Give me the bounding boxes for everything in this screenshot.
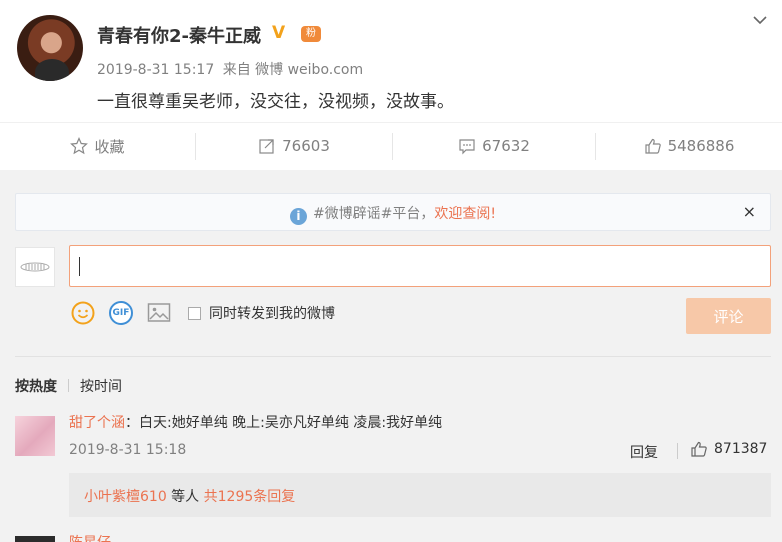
- composer-tools: GIF 同时转发到我的微博: [70, 300, 335, 326]
- thumbs-up-icon: [644, 138, 661, 154]
- comment-action-divider: [677, 443, 678, 459]
- post-meta: 2019-8-31 15:17 来自 微博 weibo.com: [97, 59, 363, 79]
- reply-button[interactable]: 回复: [630, 442, 658, 462]
- notice-link[interactable]: 欢迎查阅!: [434, 206, 496, 222]
- comment-button[interactable]: 67632: [393, 123, 595, 169]
- sort-by-hot[interactable]: 按热度: [15, 379, 57, 395]
- comment-text-row: 甜了个涵：白天:她好单纯 晚上:吴亦凡好单纯 凌晨:我好单纯: [69, 412, 442, 432]
- text-caret: [79, 257, 80, 276]
- comment-icon: [459, 139, 475, 155]
- reply-count-link[interactable]: 共1295条回复: [204, 489, 296, 505]
- commenter-name[interactable]: 甜了个涵: [69, 415, 125, 431]
- weibo-post: 青春有你2-秦牛正威 V 粉 2019-8-31 15:17 来自 微博 wei…: [0, 0, 782, 120]
- comment-sort: 按热度 按时间: [15, 376, 122, 396]
- emoji-icon: [71, 301, 95, 325]
- rumor-notice-bar: i #微博辟谣#平台，欢迎查阅! ×: [15, 193, 771, 231]
- repost-count: 76603: [282, 137, 330, 155]
- image-button[interactable]: [146, 300, 172, 326]
- sort-by-time[interactable]: 按时间: [80, 379, 122, 395]
- like-button[interactable]: 5486886: [596, 123, 782, 169]
- emoji-button[interactable]: [70, 300, 96, 326]
- favorite-label: 收藏: [94, 137, 125, 156]
- author-name[interactable]: 青春有你2-秦牛正威: [97, 22, 261, 48]
- favorite-button[interactable]: 收藏: [0, 123, 195, 169]
- divider: [15, 356, 771, 357]
- verified-badge-icon: V: [272, 23, 286, 43]
- forward-label[interactable]: 同时转发到我的微博: [209, 303, 335, 323]
- post-text: 一直很尊重吴老师，没交往，没视频，没故事。: [97, 92, 454, 112]
- post-date[interactable]: 2019-8-31 15:17: [97, 62, 214, 78]
- commenter-avatar[interactable]: [15, 416, 55, 456]
- comment-date: 2019-8-31 15:18: [69, 442, 187, 458]
- reply-mid-text: 等人: [166, 489, 204, 505]
- next-commenter-name[interactable]: 陈星仔: [69, 532, 111, 542]
- post-source-prefix: 来自: [222, 62, 251, 78]
- info-icon: i: [289, 208, 307, 225]
- thumbs-up-icon: [691, 441, 707, 457]
- comment-panel: i #微博辟谣#平台，欢迎查阅! × GIF 同时转发到我的微博 评论 按热度 按时…: [0, 170, 782, 542]
- notice-text-row: i #微博辟谣#平台，欢迎查阅!: [16, 203, 770, 225]
- star-icon: [70, 137, 89, 155]
- comment-input[interactable]: [69, 245, 771, 287]
- placeholder-avatar-icon: [20, 262, 50, 272]
- gif-button[interactable]: GIF: [108, 300, 134, 326]
- close-icon[interactable]: ×: [743, 202, 756, 221]
- image-icon: [147, 303, 171, 322]
- post-source[interactable]: 微博 weibo.com: [255, 62, 363, 78]
- reply-summary-text: 小叶紫檀610 等人 共1295条回复: [84, 486, 295, 506]
- reply-user[interactable]: 小叶紫檀610: [84, 489, 167, 505]
- my-avatar[interactable]: [15, 247, 55, 287]
- notice-text: #微博辟谣#平台，: [312, 206, 435, 222]
- author-avatar[interactable]: [17, 15, 83, 81]
- comment-count: 67632: [482, 137, 530, 155]
- reply-summary[interactable]: 小叶紫檀610 等人 共1295条回复: [69, 473, 771, 517]
- repost-icon: [259, 139, 274, 154]
- submit-comment-button[interactable]: 评论: [686, 298, 771, 334]
- fan-medal-icon[interactable]: 粉: [301, 26, 321, 42]
- repost-button[interactable]: 76603: [196, 123, 392, 169]
- gif-icon: GIF: [109, 301, 133, 325]
- comment-like-button[interactable]: 871387: [690, 440, 767, 458]
- comment-text: ：白天:她好单纯 晚上:吴亦凡好单纯 凌晨:我好单纯: [125, 415, 443, 431]
- comment-like-count: 871387: [714, 441, 768, 457]
- next-commenter-avatar[interactable]: [15, 536, 55, 542]
- like-count: 5486886: [667, 137, 735, 155]
- sort-divider: [68, 379, 69, 392]
- post-actions: 收藏 76603 67632 5486886: [0, 122, 782, 168]
- chevron-down-icon[interactable]: [751, 11, 769, 29]
- forward-checkbox[interactable]: [188, 306, 201, 320]
